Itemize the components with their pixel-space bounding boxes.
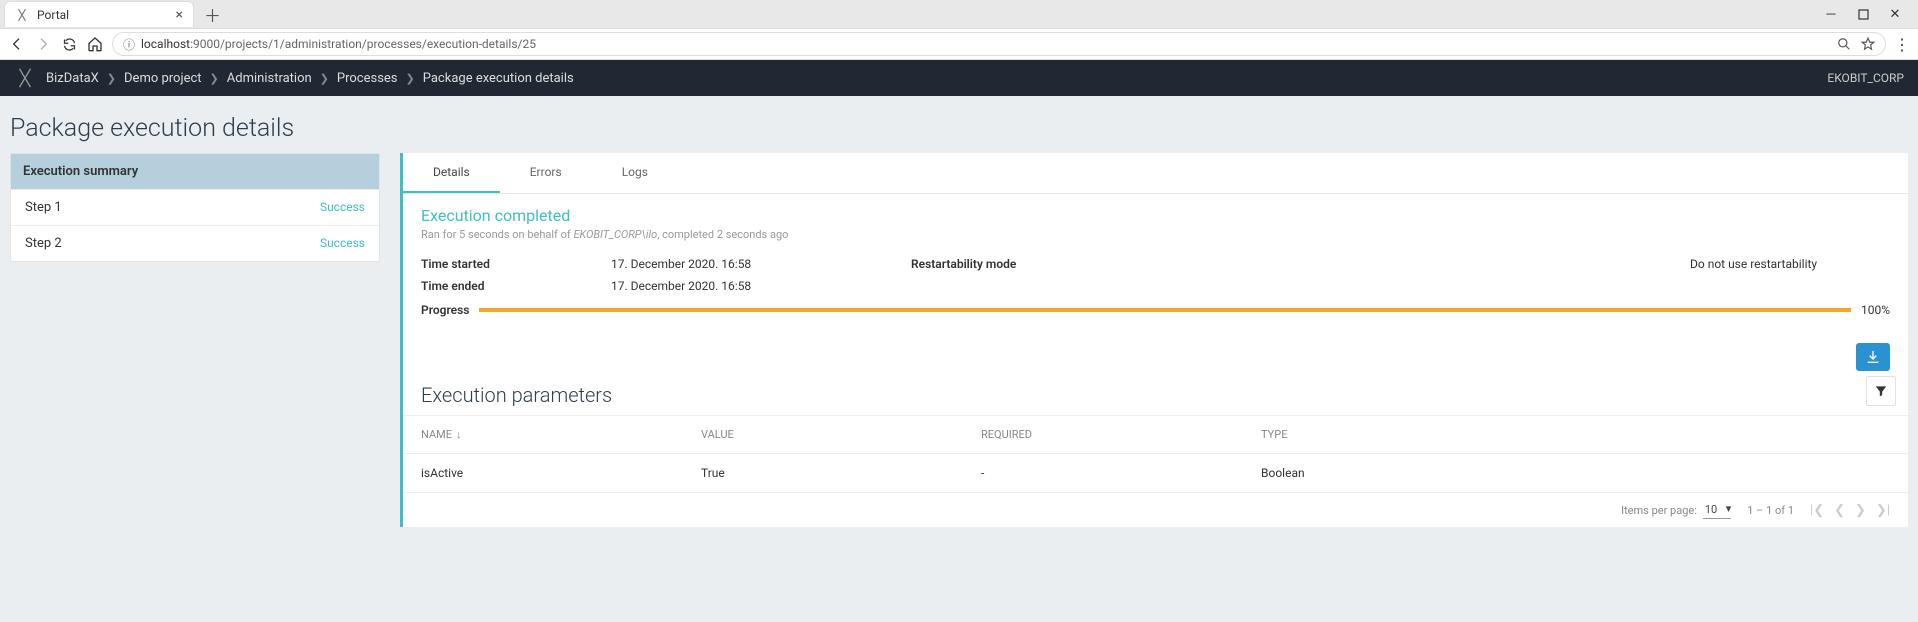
breadcrumb-item[interactable]: Demo project [124, 71, 202, 86]
download-button[interactable] [1856, 343, 1890, 371]
chevron-right-icon: ❯ [406, 72, 415, 85]
new-tab-button[interactable]: ＋ [204, 2, 221, 27]
app-logo-icon [14, 67, 36, 89]
step-status: Success [320, 236, 365, 251]
browser-tab-title: Portal [37, 8, 69, 22]
restart-mode-value: Do not use restartability [1690, 257, 1890, 271]
page-title: Package execution details [10, 106, 1908, 153]
summary-header: Execution summary [11, 154, 379, 189]
breadcrumb-item[interactable]: Processes [337, 71, 398, 86]
breadcrumb: BizDataX ❯ Demo project ❯ Administration… [46, 71, 574, 86]
page-range-text: 1 – 1 of 1 [1747, 504, 1794, 517]
progress-bar [479, 308, 1850, 312]
execution-details-section: Execution completed Ran for 5 seconds on… [403, 194, 1908, 333]
step-status: Success [320, 200, 365, 215]
close-icon[interactable]: × [176, 7, 183, 23]
breadcrumb-item[interactable]: BizDataX [46, 71, 99, 86]
url-text: localhost:9000/projects/1/administration… [141, 37, 536, 51]
star-icon[interactable] [1861, 37, 1875, 51]
execution-status-title: Execution completed [421, 206, 1890, 225]
action-row [403, 333, 1908, 375]
tabs: Details Errors Logs [403, 153, 1908, 194]
page: Package execution details Execution summ… [0, 96, 1918, 537]
app-bar: BizDataX ❯ Demo project ❯ Administration… [0, 60, 1918, 96]
params-table: NAME ↓ VALUE REQUIRED TYPE isActive True… [403, 415, 1908, 527]
col-name[interactable]: NAME ↓ [421, 428, 701, 441]
cell-required: - [981, 466, 1261, 480]
time-ended-label: Time ended [421, 279, 611, 293]
minimize-icon[interactable]: ─ [1824, 7, 1838, 21]
time-started-label: Time started [421, 257, 611, 271]
col-type[interactable]: TYPE [1261, 428, 1890, 441]
window-close-icon[interactable]: ✕ [1888, 7, 1902, 21]
chevron-right-icon: ❯ [107, 72, 116, 85]
execution-summary-card: Execution summary Step 1 Success Step 2 … [10, 153, 380, 262]
tab-details[interactable]: Details [403, 153, 500, 193]
tab-favicon-icon [15, 8, 29, 22]
first-page-icon[interactable]: |❮ [1810, 503, 1824, 518]
search-icon[interactable] [1837, 37, 1851, 51]
window-controls: ─ ✕ [1824, 7, 1914, 21]
tab-errors[interactable]: Errors [500, 153, 592, 193]
browser-chrome: Portal × ＋ ─ ✕ ⓘ localhost:9000/projects… [0, 0, 1918, 60]
restart-mode-label: Restartability mode [911, 257, 1690, 271]
home-icon[interactable] [86, 35, 104, 53]
forward-icon[interactable] [34, 35, 52, 53]
chevron-right-icon: ❯ [320, 72, 329, 85]
last-page-icon[interactable]: ❯| [1876, 503, 1890, 518]
progress-label: Progress [421, 303, 469, 317]
prev-page-icon[interactable]: ❮ [1834, 503, 1845, 518]
next-page-icon[interactable]: ❯ [1855, 503, 1866, 518]
table-header-row: NAME ↓ VALUE REQUIRED TYPE [403, 416, 1908, 454]
back-icon[interactable] [8, 35, 26, 53]
summary-step-item[interactable]: Step 2 Success [11, 225, 379, 261]
items-per-page-label: Items per page: [1621, 504, 1697, 517]
main-panel: Details Errors Logs Execution completed … [400, 153, 1908, 527]
current-user: EKOBIT_CORP [1827, 71, 1904, 85]
browser-tab-bar: Portal × ＋ ─ ✕ [0, 0, 1918, 28]
cell-name: isActive [421, 466, 701, 480]
time-ended-value: 17. December 2020. 16:58 [611, 279, 911, 293]
paginator: Items per page: 10 ▾ 1 – 1 of 1 |❮ ❮ ❯ ❯… [403, 493, 1908, 527]
kebab-menu-icon[interactable]: ⋮ [1894, 35, 1910, 54]
execution-subtitle: Ran for 5 seconds on behalf of EKOBIT_CO… [421, 228, 1890, 241]
chevron-right-icon: ❯ [210, 72, 219, 85]
col-value[interactable]: VALUE [701, 428, 981, 441]
table-row: isActive True - Boolean [403, 454, 1908, 493]
breadcrumb-item[interactable]: Administration [227, 71, 312, 86]
tab-logs[interactable]: Logs [592, 153, 678, 193]
filter-button[interactable] [1866, 376, 1896, 406]
step-label: Step 2 [25, 236, 62, 251]
cell-type: Boolean [1261, 466, 1890, 480]
cell-value: True [701, 466, 981, 480]
browser-nav-bar: ⓘ localhost:9000/projects/1/administrati… [0, 28, 1918, 60]
col-required[interactable]: REQUIRED [981, 428, 1261, 441]
chevron-down-icon: ▾ [1726, 502, 1732, 515]
items-per-page-select[interactable]: 10 ▾ [1703, 501, 1731, 519]
progress-value: 100% [1861, 303, 1890, 317]
params-heading: Execution parameters [421, 375, 612, 407]
reload-icon[interactable] [60, 35, 78, 53]
breadcrumb-item: Package execution details [423, 71, 574, 86]
summary-step-item[interactable]: Step 1 Success [11, 189, 379, 225]
sort-arrow-down-icon: ↓ [456, 428, 462, 441]
step-label: Step 1 [25, 200, 62, 215]
time-started-value: 17. December 2020. 16:58 [611, 257, 911, 271]
browser-tab[interactable]: Portal × [4, 1, 194, 27]
site-info-icon[interactable]: ⓘ [123, 36, 135, 53]
url-bar[interactable]: ⓘ localhost:9000/projects/1/administrati… [112, 32, 1886, 56]
maximize-icon[interactable] [1856, 7, 1870, 21]
